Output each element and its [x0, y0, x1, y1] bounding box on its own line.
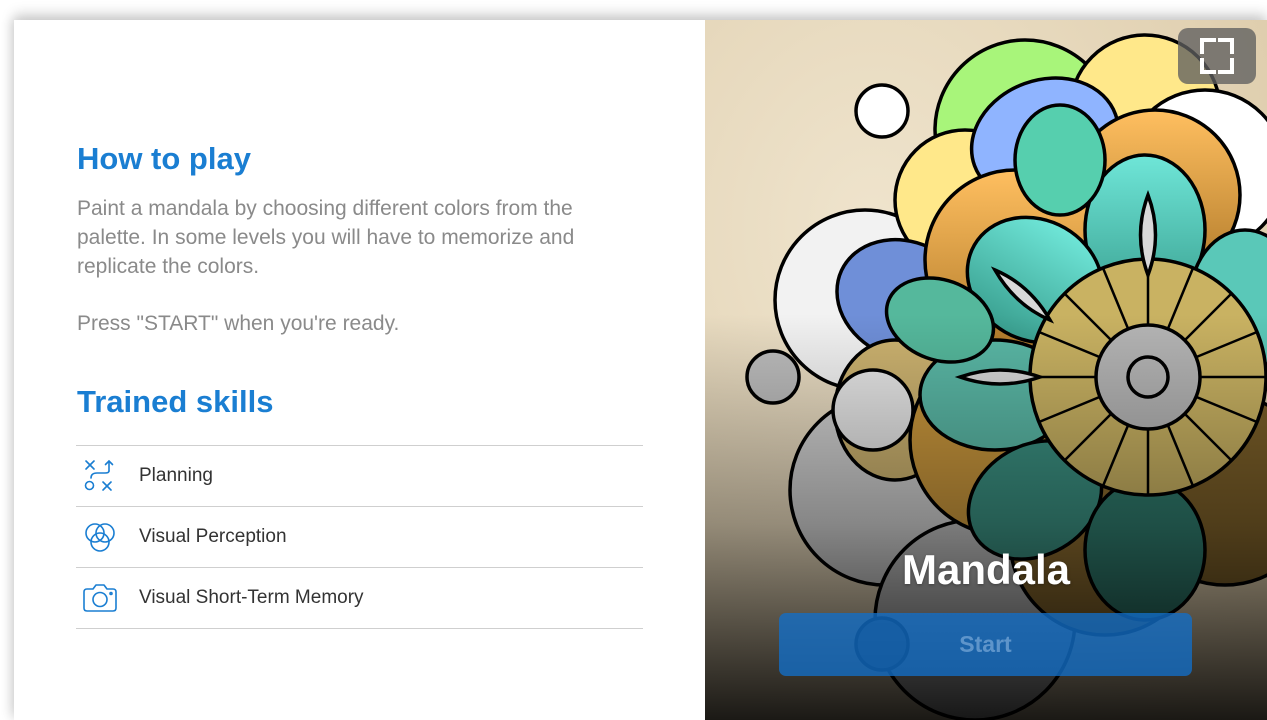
game-title: Mandala	[901, 546, 1071, 593]
visual-perception-icon	[81, 520, 119, 554]
press-start-hint: Press "START" when you're ready.	[77, 312, 400, 335]
fullscreen-button[interactable]	[1178, 28, 1256, 84]
planning-icon	[81, 459, 119, 493]
instructions-panel: How to play Paint a mandala by choosing …	[14, 20, 705, 720]
skills-list: Planning Visual Perception Visual Short-…	[76, 445, 643, 629]
skill-label: Visual Perception	[139, 526, 287, 547]
fullscreen-icon	[1200, 38, 1234, 74]
trained-skills-title: Trained skills	[77, 384, 274, 419]
list-item: Visual Short-Term Memory	[76, 568, 643, 629]
game-intro-panel: How to play Paint a mandala by choosing …	[14, 20, 1267, 720]
how-to-play-title: How to play	[77, 141, 251, 176]
start-button[interactable]: Start	[779, 613, 1192, 676]
list-item: Visual Perception	[76, 507, 643, 568]
camera-icon	[81, 581, 119, 615]
skill-label: Visual Short-Term Memory	[139, 587, 364, 608]
how-to-play-description: Paint a mandala by choosing different co…	[77, 197, 575, 278]
skill-label: Planning	[139, 465, 213, 486]
game-preview: Mandala Start	[705, 20, 1267, 720]
list-item: Planning	[76, 446, 643, 507]
